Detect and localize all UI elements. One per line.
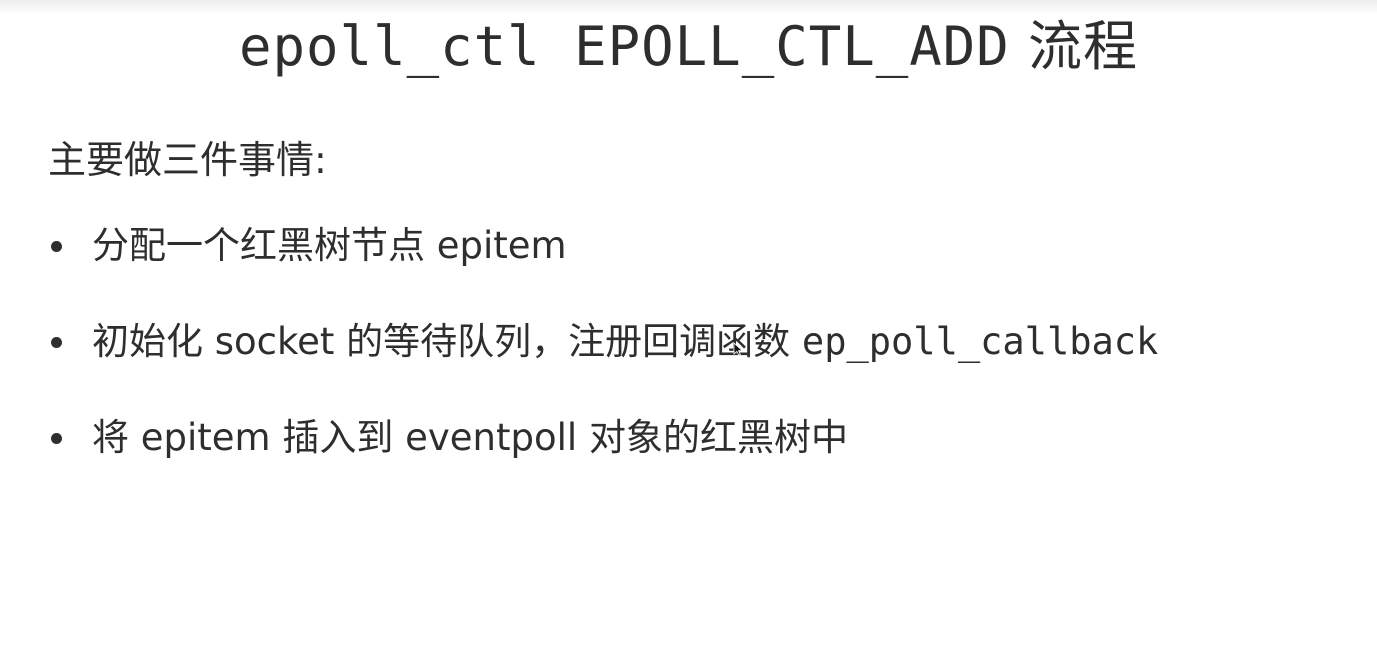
bullet-text: 初始化 socket 的等待队列，注册回调函数 ep_poll_callback <box>92 316 1158 368</box>
bullet-text: 将 epitem 插入到 eventpoll 对象的红黑树中 <box>92 412 848 464</box>
bullet-dot-icon <box>51 433 62 444</box>
slide-title-suffix: 流程 <box>1009 15 1138 78</box>
bullet-dot-icon <box>51 241 62 252</box>
intro-text: 主要做三件事情: <box>48 138 327 182</box>
bullet-dot-icon <box>51 337 62 348</box>
bullet-text-main: 分配一个红黑树节点 epitem <box>92 224 567 267</box>
bullet-text: 分配一个红黑树节点 epitem <box>92 220 567 272</box>
mouse-pointer-icon <box>733 342 743 356</box>
bullet-text-main: 将 epitem 插入到 eventpoll 对象的红黑树中 <box>92 416 848 459</box>
slide-title-code: epoll_ctl EPOLL_CTL_ADD <box>239 15 1010 78</box>
bullet-code: ep_poll_callback <box>801 320 1159 363</box>
bullet-text-main: 初始化 socket 的等待队列，注册回调函数 <box>92 320 802 363</box>
slide-title: epoll_ctl EPOLL_CTL_ADD 流程 <box>0 12 1377 82</box>
